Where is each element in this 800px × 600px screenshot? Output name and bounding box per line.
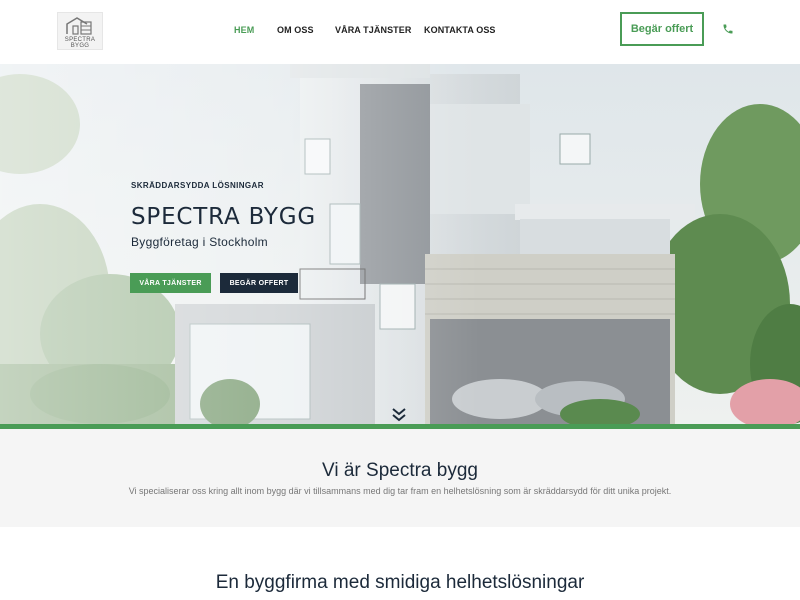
hero-banner: SKRÄDDARSYDDA LÖSNINGAR SPECTRA BYGG Byg… bbox=[0, 64, 800, 424]
hero-overlay bbox=[0, 64, 800, 424]
nav-item-om-oss[interactable]: OM OSS bbox=[277, 25, 314, 35]
intro-section: Vi är Spectra bygg Vi specialiserar oss … bbox=[0, 429, 800, 527]
hero-title: SPECTRA BYGG bbox=[131, 204, 317, 230]
hero-quote-button[interactable]: BEGÄR OFFERT bbox=[220, 273, 298, 293]
nav-item-kontakta-oss[interactable]: KONTAKTA OSS bbox=[424, 25, 496, 35]
solutions-section: En byggfirma med smidiga helhetslösninga… bbox=[0, 527, 800, 600]
hero-kicker: SKRÄDDARSYDDA LÖSNINGAR bbox=[131, 181, 264, 190]
phone-icon[interactable] bbox=[722, 23, 734, 35]
intro-text: Vi specialiserar oss kring allt inom byg… bbox=[128, 486, 672, 496]
hero-subtitle: Byggföretag i Stockholm bbox=[131, 235, 268, 249]
nav-item-vara-tjanster[interactable]: VÅRA TJÄNSTER bbox=[335, 25, 411, 35]
intro-title: Vi är Spectra bygg bbox=[322, 460, 478, 481]
nav-item-hem[interactable]: HEM bbox=[234, 25, 254, 35]
chevron-down-icon[interactable] bbox=[391, 408, 407, 422]
site-header: SPECTRA BYGG HEM OM OSS VÅRA TJÄNSTER KO… bbox=[0, 0, 800, 64]
solutions-title: En byggfirma med smidiga helhetslösninga… bbox=[215, 572, 585, 593]
logo-text-line2: BYGG bbox=[70, 43, 90, 49]
services-button[interactable]: VÅRA TJÄNSTER bbox=[130, 273, 211, 293]
request-quote-button[interactable]: Begär offert bbox=[620, 12, 704, 46]
